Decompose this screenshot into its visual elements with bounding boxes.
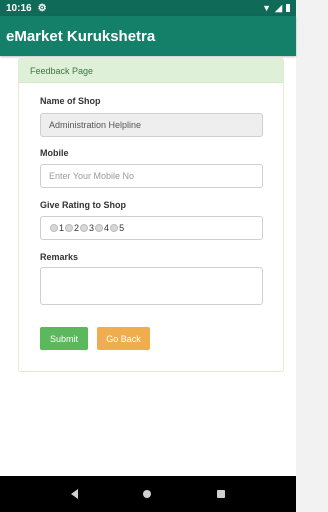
shop-name-field: Administration Helpline: [40, 113, 263, 137]
app-bar: eMarket Kurukshetra: [0, 16, 296, 56]
phone-screen: 10:16 ⚙ ▼ ◢ eMarket Kurukshetra Feedback…: [0, 0, 296, 512]
submit-button[interactable]: Submit: [40, 327, 88, 350]
rating-label: Give Rating to Shop: [40, 200, 127, 210]
rating-radio-5[interactable]: [110, 224, 119, 232]
nav-recent-apps-icon[interactable]: [217, 490, 226, 498]
status-bar: 10:16 ⚙ ▼ ◢: [0, 0, 296, 16]
remarks-textarea[interactable]: [40, 267, 263, 305]
rating-option-label: 4: [104, 223, 110, 233]
right-gutter: [296, 0, 328, 512]
app-title: eMarket Kurukshetra: [6, 27, 156, 45]
rating-option-label: 1: [59, 223, 65, 233]
status-icons: ▼ ◢: [262, 3, 290, 14]
navigation-bar: [0, 476, 296, 512]
remarks-label: Remarks: [40, 252, 79, 262]
rating-radio-1[interactable]: [50, 224, 58, 232]
nav-home-icon[interactable]: [143, 490, 152, 498]
rating-option-label: 3: [89, 223, 95, 233]
nav-back-icon[interactable]: [70, 489, 78, 499]
shop-name-label: Name of Shop: [40, 96, 101, 106]
mobile-input[interactable]: Enter Your Mobile No: [40, 164, 263, 188]
rating-radio-3[interactable]: [80, 224, 89, 232]
status-time: 10:16: [6, 2, 32, 14]
rating-option-label: 2: [74, 223, 80, 233]
feedback-card: Feedback Page Name of Shop Administratio…: [18, 58, 284, 372]
rating-radio-2[interactable]: [65, 224, 74, 232]
mobile-label: Mobile: [40, 148, 69, 158]
battery-icon: [286, 4, 290, 12]
signal-icon: ◢: [275, 2, 282, 13]
wifi-icon: ▼: [262, 3, 272, 13]
rating-option-label: 5: [119, 223, 125, 233]
rating-radio-4[interactable]: [95, 224, 104, 232]
rating-radio-group: 1 2 3 4 5: [40, 216, 263, 240]
go-back-button[interactable]: Go Back: [97, 327, 150, 350]
gear-icon: ⚙: [37, 2, 47, 14]
card-header: Feedback Page: [19, 59, 283, 83]
card-header-title: Feedback Page: [30, 65, 94, 76]
